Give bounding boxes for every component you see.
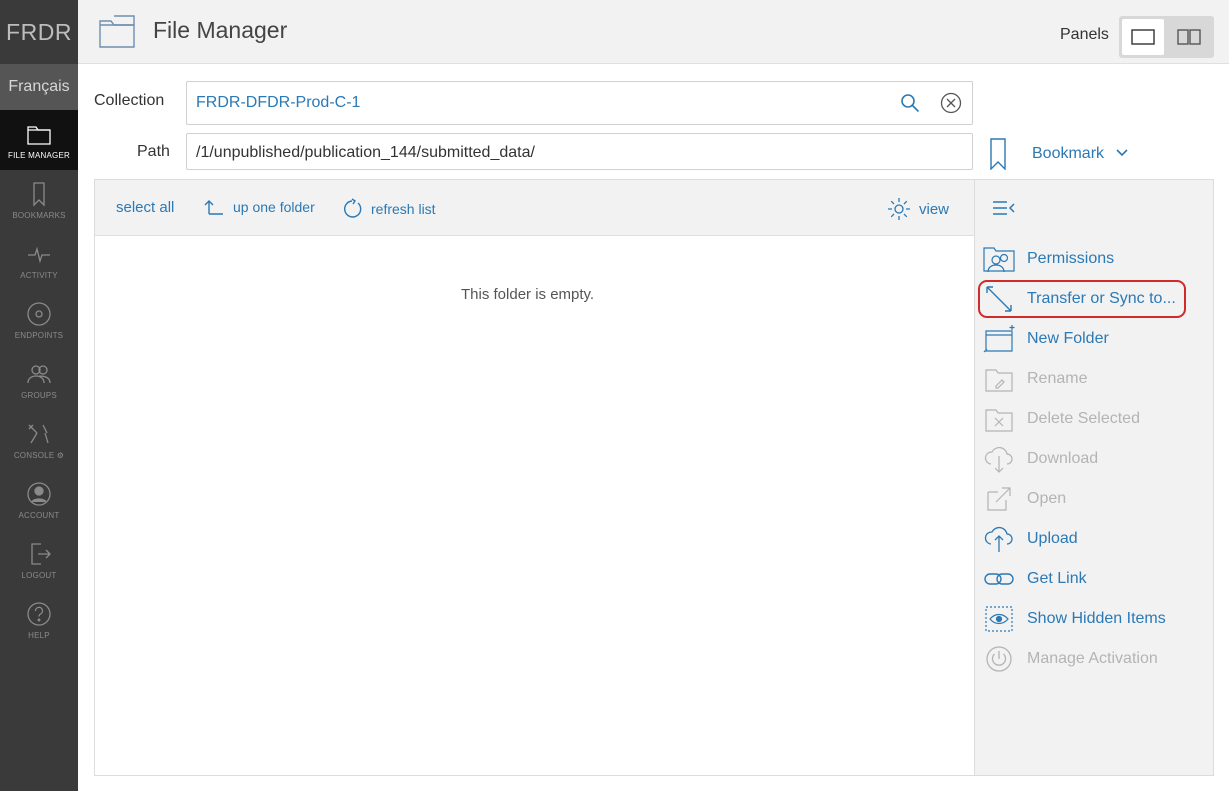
view-button[interactable]: view <box>887 197 949 221</box>
refresh-list-button[interactable]: refresh list <box>341 198 436 220</box>
get-link-command[interactable]: Get Link <box>975 559 1214 599</box>
nav-help[interactable]: HELP <box>0 590 78 650</box>
command-label: Permissions <box>1027 250 1115 267</box>
bookmark-button[interactable]: Bookmark <box>1032 145 1104 163</box>
command-label: Get Link <box>1027 570 1087 587</box>
sidebar: FRDR Français FILE MANAGER BOOKMARKS ACT… <box>0 0 78 791</box>
chevron-down-icon[interactable] <box>1115 148 1129 158</box>
command-label: Open <box>1027 490 1067 507</box>
account-icon <box>27 481 51 506</box>
download-command[interactable]: Download <box>975 439 1214 479</box>
path-label: Path <box>137 143 170 160</box>
delete-selected-command[interactable]: Delete Selected <box>975 399 1214 439</box>
new-folder-icon <box>983 325 1015 353</box>
console-icon <box>28 424 49 443</box>
nav-bookmarks[interactable]: BOOKMARKS <box>0 170 78 230</box>
single-panel-button[interactable] <box>1122 19 1164 55</box>
command-label: Delete Selected <box>1027 410 1140 427</box>
upload-command[interactable]: Upload <box>975 519 1214 559</box>
language-switch[interactable]: Français <box>0 64 78 110</box>
select-all-button[interactable]: select all <box>116 199 174 216</box>
dual-panel-button[interactable] <box>1168 19 1210 55</box>
search-icon[interactable] <box>899 92 921 114</box>
refresh-icon <box>343 198 362 218</box>
nav-label: ACCOUNT <box>18 510 60 520</box>
nav-label: FILE MANAGER <box>8 150 70 160</box>
highlight-annotation <box>978 280 1186 318</box>
rename-icon <box>985 369 1013 392</box>
download-icon <box>984 446 1013 473</box>
nav-file-manager[interactable]: FILE MANAGER <box>0 110 78 170</box>
refresh-list-label: refresh list <box>371 201 436 217</box>
folder-icon <box>27 125 51 145</box>
command-label: Show Hidden Items <box>1027 610 1166 627</box>
clear-icon[interactable] <box>940 92 962 114</box>
file-panel: select all up one folder refresh list vi… <box>94 179 1214 776</box>
command-label: New Folder <box>1027 330 1109 347</box>
page-title: File Manager <box>153 17 288 43</box>
path-field[interactable]: /1/unpublished/publication_144/submitted… <box>186 133 973 170</box>
nav-label: GROUPS <box>21 390 57 400</box>
folder-icon <box>99 15 135 48</box>
upload-icon <box>984 526 1013 552</box>
up-arrow-icon <box>204 200 223 215</box>
file-toolbar: select all up one folder refresh list vi… <box>95 180 974 236</box>
select-all-label: select all <box>116 199 175 216</box>
rename-command[interactable]: Rename <box>975 359 1214 399</box>
help-icon <box>27 601 51 626</box>
nav-account[interactable]: ACCOUNT <box>0 470 78 530</box>
permissions-command[interactable]: Permissions <box>975 239 1214 279</box>
bookmark-icon[interactable] <box>988 138 1008 170</box>
single-panel-icon <box>1131 29 1155 45</box>
nav-endpoints[interactable]: ENDPOINTS <box>0 290 78 350</box>
power-icon <box>986 646 1012 672</box>
collection-value: FRDR-DFDR-Prod-C-1 <box>196 94 361 111</box>
collection-label: Collection <box>94 92 165 109</box>
nav-logout[interactable]: LOGOUT <box>0 530 78 590</box>
delete-icon <box>985 409 1013 432</box>
up-one-folder-button[interactable]: up one folder <box>203 198 315 216</box>
open-command[interactable]: Open <box>975 479 1214 519</box>
permissions-icon <box>983 247 1015 273</box>
view-label: view <box>919 200 950 218</box>
nav-label: HELP <box>28 630 50 640</box>
empty-folder-message: This folder is empty. <box>461 286 595 303</box>
show-hidden-items-command[interactable]: Show Hidden Items <box>975 599 1214 639</box>
open-icon <box>987 487 1011 511</box>
new-folder-command[interactable]: New Folder <box>975 319 1214 359</box>
groups-icon <box>27 364 51 383</box>
collapse-menu-icon[interactable] <box>991 199 1017 217</box>
nav-label: CONSOLE ⚙ <box>13 450 65 460</box>
collection-field[interactable]: FRDR-DFDR-Prod-C-1 <box>186 81 973 125</box>
logout-icon <box>31 542 51 565</box>
panels-toggle <box>1119 16 1214 58</box>
bookmark-icon <box>33 181 45 207</box>
command-label: Manage Activation <box>1027 650 1158 667</box>
eye-icon <box>985 606 1013 632</box>
up-one-folder-label: up one folder <box>233 199 315 215</box>
command-label: Upload <box>1027 530 1078 547</box>
command-label: Rename <box>1027 370 1088 387</box>
command-pane-header <box>975 180 1213 236</box>
nav-groups[interactable]: GROUPS <box>0 350 78 410</box>
dual-panel-icon <box>1177 29 1201 45</box>
nav-activity[interactable]: ACTIVITY <box>0 230 78 290</box>
command-pane: Permissions Transfer or Sync to... New F… <box>974 180 1213 775</box>
brand-logo: FRDR <box>6 18 72 45</box>
nav-label: LOGOUT <box>21 570 57 580</box>
nav-label: ENDPOINTS <box>14 330 64 340</box>
command-label: Download <box>1027 450 1099 467</box>
gear-icon <box>888 198 910 220</box>
page-header: File Manager Panels <box>78 0 1229 64</box>
activity-icon <box>28 246 50 263</box>
nav-label: BOOKMARKS <box>12 210 66 220</box>
manage-activation-command[interactable]: Manage Activation <box>975 639 1214 679</box>
path-value: /1/unpublished/publication_144/submitted… <box>196 144 535 161</box>
panels-label: Panels <box>1060 26 1109 43</box>
endpoints-icon <box>27 301 51 326</box>
nav-console[interactable]: CONSOLE ⚙ <box>0 410 78 470</box>
link-icon <box>984 573 1014 585</box>
nav-label: ACTIVITY <box>20 270 58 280</box>
